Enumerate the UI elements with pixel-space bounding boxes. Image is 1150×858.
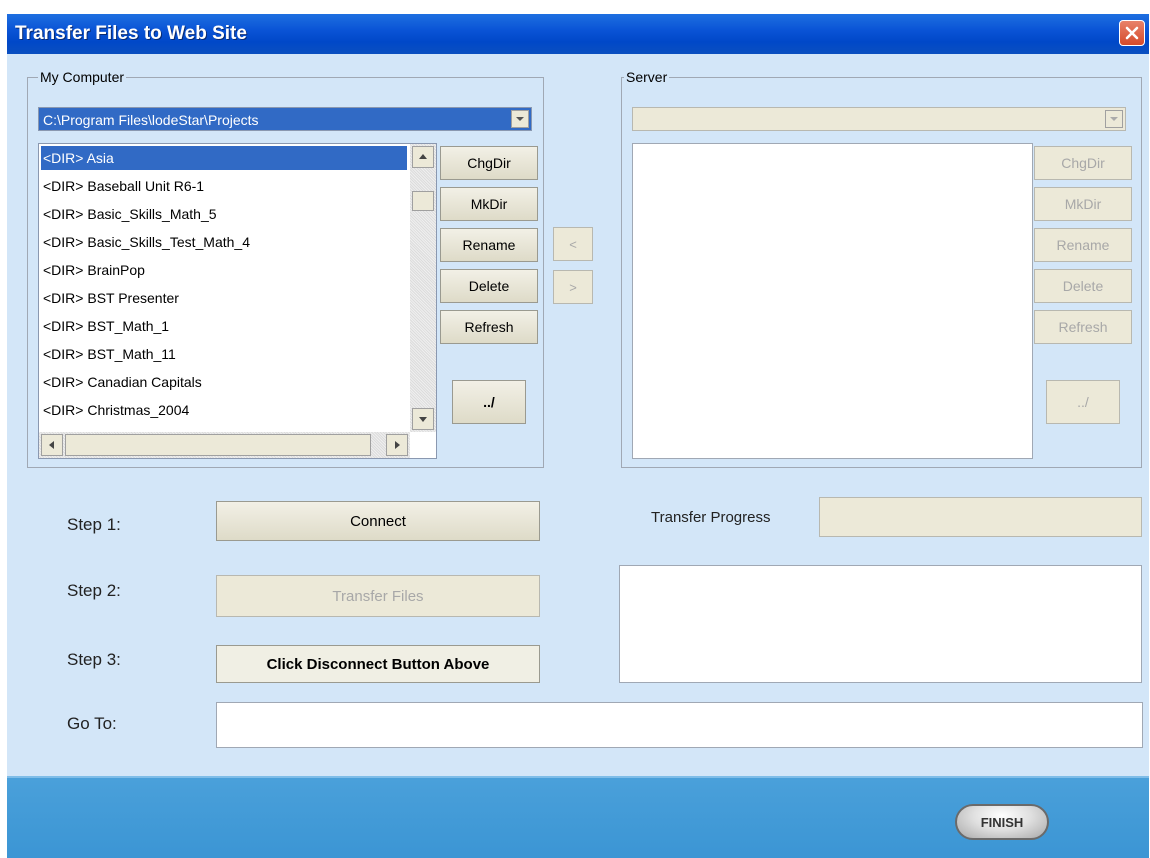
server-path-select[interactable] — [632, 107, 1126, 131]
transfer-log — [619, 565, 1142, 683]
chevron-down-icon — [1110, 117, 1118, 121]
my-computer-group: My Computer C:\Program Files\lodeStar\Pr… — [27, 69, 544, 468]
arrow-right-icon — [395, 441, 400, 449]
scroll-down-button[interactable] — [412, 408, 434, 430]
transfer-progress-label: Transfer Progress — [651, 509, 771, 526]
scroll-up-button[interactable] — [412, 146, 434, 168]
my-computer-legend: My Computer — [38, 69, 127, 85]
scroll-thumb[interactable] — [412, 191, 434, 211]
list-item[interactable]: <DIR> Asia — [41, 146, 407, 170]
server-mkdir-button[interactable]: MkDir — [1034, 187, 1132, 221]
list-item[interactable]: <DIR> BST Presenter — [41, 286, 407, 310]
local-refresh-button[interactable]: Refresh — [440, 310, 538, 344]
arrow-left-icon — [49, 441, 54, 449]
server-path-dropdown-button[interactable] — [1105, 110, 1123, 128]
transfer-progress-bar — [819, 497, 1142, 537]
close-icon — [1125, 26, 1139, 40]
close-button[interactable] — [1119, 20, 1145, 46]
local-parent-dir-button[interactable]: ../ — [452, 380, 526, 424]
list-item[interactable]: <DIR> Canadian Capitals — [41, 370, 407, 394]
step3-label: Step 3: — [67, 650, 121, 669]
transfer-dialog: Transfer Files to Web Site My Computer C… — [7, 14, 1149, 858]
server-rename-button[interactable]: Rename — [1034, 228, 1132, 262]
scroll-left-button[interactable] — [41, 434, 63, 456]
local-delete-button[interactable]: Delete — [440, 269, 538, 303]
vertical-scrollbar[interactable] — [410, 144, 436, 432]
list-item[interactable]: <DIR> BST_Math_11 — [41, 342, 407, 366]
step2-label: Step 2: — [67, 581, 121, 600]
list-item[interactable]: <DIR> Christmas_2004 — [41, 398, 407, 422]
horizontal-scrollbar[interactable] — [39, 432, 410, 458]
title-bar: Transfer Files to Web Site — [7, 14, 1149, 54]
transfer-to-server-button[interactable]: > — [553, 270, 593, 304]
list-item[interactable]: <DIR> BrainPop — [41, 258, 407, 282]
list-item[interactable]: <DIR> Basic_Skills_Math_5 — [41, 202, 407, 226]
server-delete-button[interactable]: Delete — [1034, 269, 1132, 303]
footer-bar: FINISH — [7, 776, 1149, 858]
goto-input[interactable] — [216, 702, 1143, 748]
local-chgdir-button[interactable]: ChgDir — [440, 146, 538, 180]
transfer-files-button[interactable]: Transfer Files — [216, 575, 540, 617]
server-file-list[interactable] — [632, 143, 1033, 459]
local-path-select[interactable]: C:\Program Files\lodeStar\Projects — [38, 107, 532, 131]
scroll-right-button[interactable] — [386, 434, 408, 456]
server-parent-dir-button[interactable]: ../ — [1046, 380, 1120, 424]
local-path-value: C:\Program Files\lodeStar\Projects — [43, 112, 259, 128]
scroll-thumb[interactable] — [65, 434, 371, 456]
arrow-down-icon — [419, 417, 427, 422]
local-path-dropdown-button[interactable] — [511, 110, 529, 128]
local-file-list[interactable]: <DIR> Asia <DIR> Baseball Unit R6-1 <DIR… — [38, 143, 437, 459]
connect-button[interactable]: Connect — [216, 501, 540, 541]
server-chgdir-button[interactable]: ChgDir — [1034, 146, 1132, 180]
local-mkdir-button[interactable]: MkDir — [440, 187, 538, 221]
list-item[interactable]: <DIR> Basic_Skills_Test_Math_4 — [41, 230, 407, 254]
finish-button[interactable]: FINISH — [955, 804, 1049, 840]
server-refresh-button[interactable]: Refresh — [1034, 310, 1132, 344]
chevron-down-icon — [516, 117, 524, 121]
step1-label: Step 1: — [67, 515, 121, 534]
transfer-to-local-button[interactable]: < — [553, 227, 593, 261]
list-item[interactable]: <DIR> Baseball Unit R6-1 — [41, 174, 407, 198]
arrow-up-icon — [419, 154, 427, 159]
server-group: Server ChgDir MkDir Rename Delete Refres… — [621, 69, 1142, 468]
server-legend: Server — [624, 69, 670, 85]
window-title: Transfer Files to Web Site — [15, 23, 247, 44]
goto-label: Go To: — [67, 714, 117, 733]
disconnect-instruction: Click Disconnect Button Above — [216, 645, 540, 683]
list-item[interactable]: <DIR> BST_Math_1 — [41, 314, 407, 338]
local-rename-button[interactable]: Rename — [440, 228, 538, 262]
